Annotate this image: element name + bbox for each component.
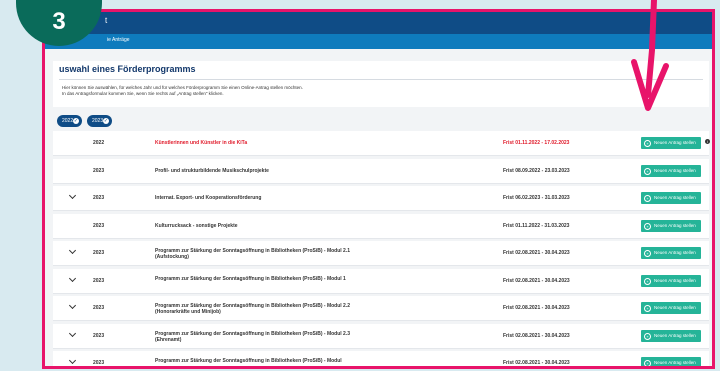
row-deadline: Frist 01.11.2022 - 31.03.2023 bbox=[503, 222, 570, 229]
button-label: Neuen Antrag stellen bbox=[654, 250, 696, 255]
top-bar: t bbox=[45, 12, 712, 34]
chevron-down-icon[interactable] bbox=[68, 274, 77, 282]
button-label: Neuen Antrag stellen bbox=[654, 140, 696, 145]
table-row: 2023 Programm zur Stärkung der Sonntagsöf… bbox=[53, 241, 709, 266]
arrow-down-icon bbox=[631, 0, 669, 111]
row-year: 2023 bbox=[93, 332, 105, 339]
table-row: 2023 Profil- und strukturbildende Musiksc… bbox=[53, 158, 709, 184]
row-program: Profil- und strukturbildende Musikschulp… bbox=[155, 167, 269, 174]
button-label: Neuen Antrag stellen bbox=[654, 360, 696, 365]
button-label: Neuen Antrag stellen bbox=[654, 277, 696, 283]
chevron-down-icon[interactable] bbox=[68, 301, 77, 310]
table-row: 2023 Programm zur Stärkung der Sonntagsöf… bbox=[53, 268, 709, 294]
plus-icon: + bbox=[644, 332, 651, 340]
filter-chip-2022[interactable]: 2022 ✓ bbox=[57, 115, 82, 127]
button-label: Neuen Antrag stellen bbox=[654, 195, 696, 200]
chevron-down-icon[interactable] bbox=[68, 329, 77, 337]
row-deadline: Frist 02.08.2021 - 30.04.2023 bbox=[503, 305, 570, 311]
row-program: Künstlerinnen und Künstler in die KiTa bbox=[155, 140, 248, 146]
filter-chip-label: 2023 bbox=[92, 118, 104, 124]
table-row: 2023 Programm zur Stärkung der Sonntagsöf… bbox=[53, 351, 709, 366]
table-row: 2023 Programm zur Stärkung der Sonntagsöf… bbox=[53, 296, 709, 321]
plus-icon: + bbox=[644, 360, 651, 366]
breadcrumb-link[interactable]: ie Anträge bbox=[107, 37, 130, 43]
app-title: t bbox=[105, 16, 108, 25]
new-application-button[interactable]: + Neuen Antrag stellen bbox=[641, 357, 701, 366]
plus-icon: + bbox=[644, 250, 651, 257]
row-year: 2023 bbox=[93, 277, 105, 284]
chevron-down-icon[interactable] bbox=[68, 246, 77, 255]
row-program: Internat. Export- und Kooperationsförder… bbox=[155, 195, 262, 201]
plus-icon: + bbox=[644, 195, 651, 202]
new-application-button[interactable]: + Neuen Antrag stellen bbox=[641, 164, 701, 177]
button-label: Neuen Antrag stellen bbox=[654, 332, 696, 338]
row-deadline: Frist 02.08.2021 - 30.04.2023 bbox=[503, 360, 570, 366]
filter-chip-label: 2022 bbox=[62, 118, 74, 124]
chevron-down-icon[interactable] bbox=[68, 356, 77, 365]
page-title: uswahl eines Förderprogramms bbox=[59, 64, 196, 74]
button-label: Neuen Antrag stellen bbox=[654, 305, 696, 310]
plus-icon: + bbox=[644, 167, 651, 175]
row-program: Programm zur Stärkung der Sonntagsöffnun… bbox=[155, 303, 351, 315]
info-icon[interactable]: i bbox=[705, 139, 710, 144]
row-year: 2023 bbox=[93, 250, 105, 256]
instruction-line-2: In das Antragsformular kommen Sie, wenn … bbox=[62, 91, 224, 96]
instructions: Hier können Sie auswählen, für welches J… bbox=[62, 85, 303, 97]
row-year: 2022 bbox=[93, 140, 105, 146]
divider bbox=[59, 79, 703, 80]
breadcrumb: ie Anträge bbox=[45, 34, 712, 49]
button-label: Neuen Antrag stellen bbox=[654, 222, 696, 228]
row-program: Programm zur Stärkung der Sonntagsöffnun… bbox=[155, 358, 342, 364]
new-application-button[interactable]: + Neuen Antrag stellen bbox=[641, 137, 701, 149]
plus-icon: + bbox=[644, 222, 651, 230]
filter-chip-2023[interactable]: 2023 ✓ bbox=[87, 115, 112, 127]
row-deadline: Frist 02.08.2021 - 30.04.2023 bbox=[503, 250, 570, 256]
main-content: uswahl eines Förderprogramms Hier können… bbox=[45, 49, 712, 366]
step-number: 3 bbox=[52, 8, 66, 35]
plus-icon: + bbox=[644, 140, 651, 147]
new-application-button[interactable]: + Neuen Antrag stellen bbox=[641, 329, 701, 342]
table-row: 2023 Internat. Export- und Kooperationsfö… bbox=[53, 186, 709, 211]
row-program: Kulturrucksack - sonstige Projekte bbox=[155, 222, 238, 229]
row-year: 2023 bbox=[93, 167, 105, 174]
row-program: Programm zur Stärkung der Sonntagsöffnun… bbox=[155, 248, 351, 260]
chevron-down-icon[interactable] bbox=[68, 191, 77, 200]
row-deadline: Frist 08.09.2022 - 23.03.2023 bbox=[503, 167, 570, 174]
row-program: Programm zur Stärkung der Sonntagsöffnun… bbox=[155, 330, 351, 343]
plus-icon: + bbox=[644, 305, 651, 312]
table-row: 2023 Programm zur Stärkung der Sonntagsöf… bbox=[53, 323, 709, 349]
button-label: Neuen Antrag stellen bbox=[654, 167, 696, 173]
new-application-button[interactable]: + Neuen Antrag stellen bbox=[641, 274, 701, 287]
program-selection-panel: uswahl eines Förderprogramms Hier können… bbox=[53, 61, 709, 107]
row-deadline: Frist 02.08.2021 - 30.04.2023 bbox=[503, 332, 570, 339]
new-application-button[interactable]: + Neuen Antrag stellen bbox=[641, 192, 701, 204]
new-application-button[interactable]: + Neuen Antrag stellen bbox=[641, 219, 701, 232]
row-year: 2023 bbox=[93, 360, 105, 366]
row-year: 2023 bbox=[93, 195, 105, 201]
row-year: 2023 bbox=[93, 305, 105, 311]
row-program: Programm zur Stärkung der Sonntagsöffnun… bbox=[155, 275, 346, 282]
row-year: 2023 bbox=[93, 222, 105, 229]
row-deadline: Frist 06.02.2023 - 31.03.2023 bbox=[503, 195, 570, 201]
check-icon: ✓ bbox=[73, 118, 79, 124]
app-frame: t ie Anträge uswahl eines Förderprogramm… bbox=[42, 9, 715, 369]
row-deadline: Frist 02.08.2021 - 30.04.2023 bbox=[503, 277, 570, 284]
new-application-button[interactable]: + Neuen Antrag stellen bbox=[641, 247, 701, 259]
new-application-button[interactable]: + Neuen Antrag stellen bbox=[641, 302, 701, 314]
plus-icon: + bbox=[644, 277, 651, 285]
table-row: 2023 Kulturrucksack - sonstige Projekte Fr… bbox=[53, 213, 709, 239]
table-row: 2022 Künstlerinnen und Künstler in die Ki… bbox=[53, 131, 710, 156]
row-deadline: Frist 01.11.2022 - 17.02.2023 bbox=[503, 140, 570, 146]
check-icon: ✓ bbox=[103, 118, 109, 124]
